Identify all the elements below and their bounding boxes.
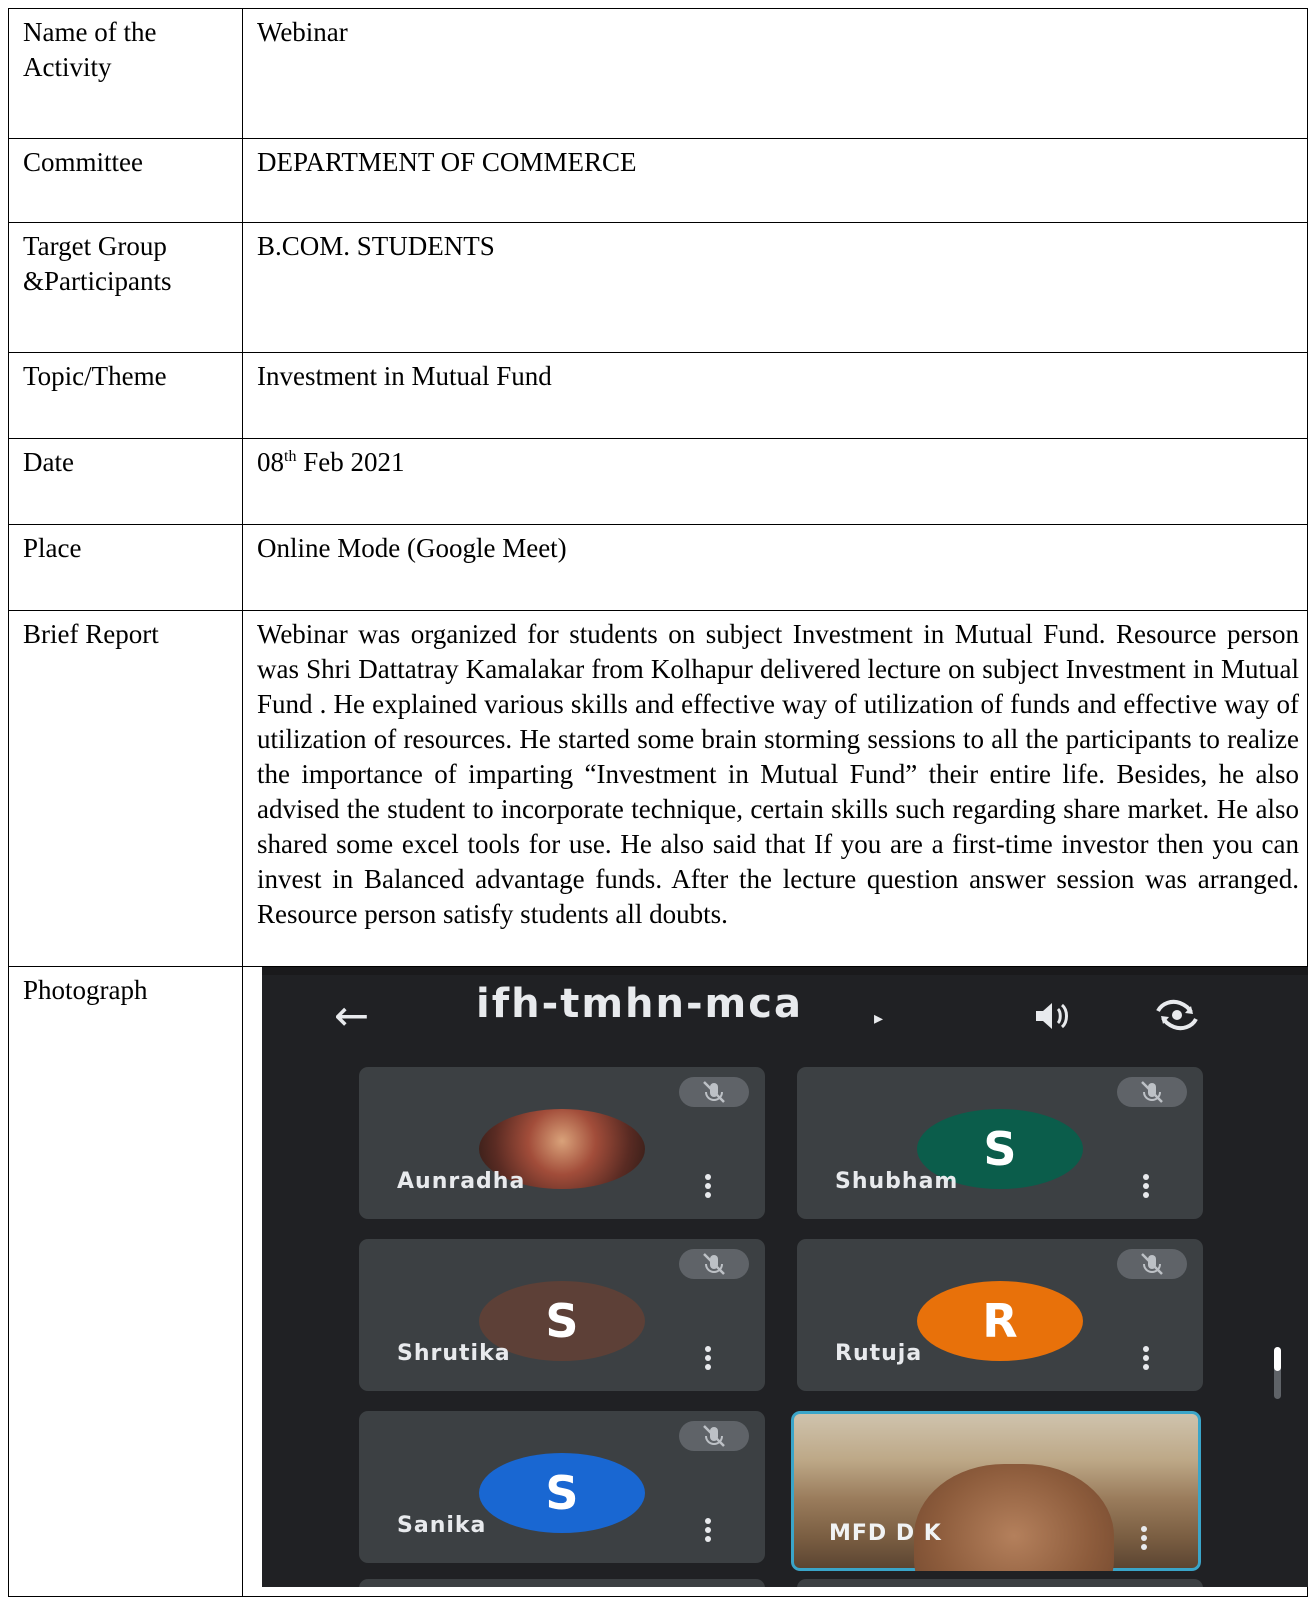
face-video-frame (914, 1464, 1114, 1571)
arrow-left-icon[interactable]: ← (334, 995, 369, 1037)
label-date: Date (8, 438, 243, 525)
meet-screenshot: ← ifh-tmhn-mca ▸ Aunradha S Shubham S Sh… (262, 967, 1308, 1587)
mic-off-icon (679, 1249, 749, 1279)
label-activity-name: Name of the Activity (8, 8, 243, 139)
value-date: 08th Feb 2021 (242, 438, 1308, 525)
value-committee: DEPARTMENT OF COMMERCE (242, 138, 1308, 223)
initial-avatar: S (479, 1453, 645, 1533)
participant-name: MFD D K (829, 1521, 942, 1546)
caret-right-icon[interactable]: ▸ (874, 1001, 883, 1036)
brief-report-text: Webinar was organized for students on su… (257, 619, 1299, 929)
row-topic: Topic/Theme Investment in Mutual Fund (8, 352, 1308, 439)
switch-camera-icon[interactable] (1152, 997, 1202, 1042)
mic-off-icon (679, 1421, 749, 1451)
label-brief-report: Brief Report (8, 610, 243, 967)
participant-tile-partial[interactable] (797, 1579, 1203, 1587)
meet-top-bar: ← ifh-tmhn-mca ▸ (262, 975, 1308, 1057)
participant-name: Sanika (397, 1513, 487, 1538)
more-vert-icon[interactable] (1141, 1526, 1147, 1553)
value-activity-name: Webinar (242, 8, 1308, 139)
scrollbar-thumb[interactable] (1274, 1347, 1281, 1371)
activity-report-table: Name of the Activity Webinar Committee D… (8, 8, 1308, 1597)
participant-tile-partial[interactable] (359, 1579, 765, 1587)
row-activity-name: Name of the Activity Webinar (8, 8, 1308, 139)
participant-tile[interactable]: R Rutuja (797, 1239, 1203, 1391)
mic-off-icon (1117, 1077, 1187, 1107)
status-bar (262, 967, 1308, 975)
row-target-group: Target Group &Participants B.COM. STUDEN… (8, 222, 1308, 353)
row-place: Place Online Mode (Google Meet) (8, 524, 1308, 611)
participant-name: Shrutika (397, 1341, 511, 1366)
value-brief-report: Webinar was organized for students on su… (242, 610, 1308, 967)
date-day: 08 (257, 447, 284, 477)
participant-tile[interactable]: S Shubham (797, 1067, 1203, 1219)
initial-avatar: R (917, 1281, 1083, 1361)
row-date: Date 08th Feb 2021 (8, 438, 1308, 525)
participant-tile-video[interactable]: MFD D K (791, 1411, 1201, 1571)
participant-name: Rutuja (835, 1341, 923, 1366)
row-photograph: Photograph ← ifh-tmhn-mca ▸ Aunradha S S… (8, 966, 1308, 1597)
label-topic: Topic/Theme (8, 352, 243, 439)
value-target-group: B.COM. STUDENTS (242, 222, 1308, 353)
meeting-code[interactable]: ifh-tmhn-mca (476, 984, 803, 1024)
photograph-cell: ← ifh-tmhn-mca ▸ Aunradha S Shubham S Sh… (242, 966, 1308, 1597)
date-suffix: th (284, 448, 297, 465)
row-brief-report: Brief Report Webinar was organized for s… (8, 610, 1308, 967)
participant-tile[interactable]: Aunradha (359, 1067, 765, 1219)
label-committee: Committee (8, 138, 243, 223)
mic-off-icon (679, 1077, 749, 1107)
mic-off-icon (1117, 1249, 1187, 1279)
more-vert-icon[interactable] (705, 1174, 711, 1201)
value-place: Online Mode (Google Meet) (242, 524, 1308, 611)
more-vert-icon[interactable] (705, 1518, 711, 1545)
label-place: Place (8, 524, 243, 611)
participant-tile[interactable]: S Sanika (359, 1411, 765, 1563)
label-target-group: Target Group &Participants (8, 222, 243, 353)
more-vert-icon[interactable] (705, 1346, 711, 1373)
participant-name: Aunradha (397, 1169, 526, 1194)
date-rest: Feb 2021 (296, 447, 405, 477)
value-topic: Investment in Mutual Fund (242, 352, 1308, 439)
speaker-icon[interactable] (1032, 999, 1072, 1042)
row-committee: Committee DEPARTMENT OF COMMERCE (8, 138, 1308, 223)
participant-name: Shubham (835, 1169, 959, 1194)
more-vert-icon[interactable] (1143, 1346, 1149, 1373)
label-photograph: Photograph (8, 966, 243, 1597)
participant-tile[interactable]: S Shrutika (359, 1239, 765, 1391)
more-vert-icon[interactable] (1143, 1174, 1149, 1201)
